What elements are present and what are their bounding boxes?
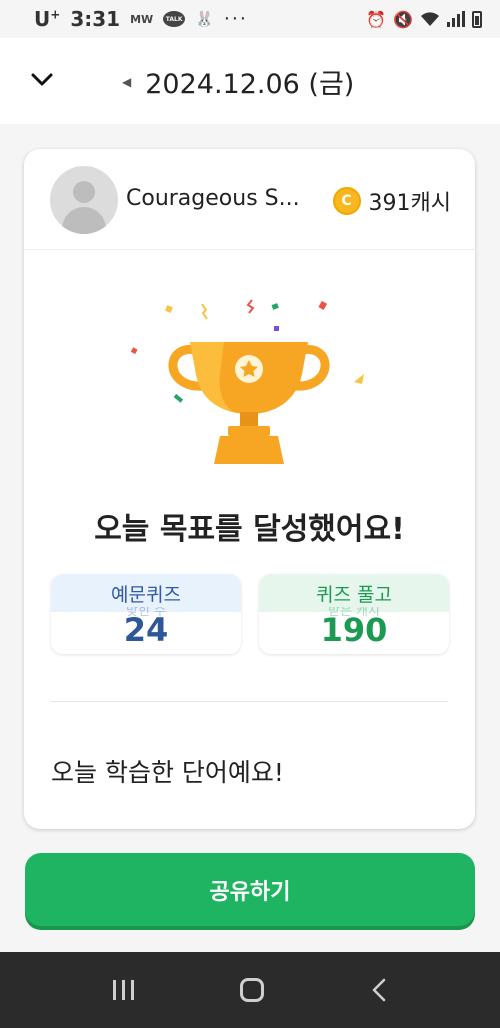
alarm-icon: ⏰: [366, 9, 387, 29]
signal-icon: [447, 11, 465, 27]
trophy-icon: [130, 299, 364, 464]
date-selector[interactable]: ◀ 2024.12.06 (금): [122, 62, 354, 101]
stat-sentence-quiz: 예문퀴즈 맞힌 수 24: [51, 574, 241, 654]
system-nav-bar: [0, 952, 500, 1028]
talk-icon: TALK: [163, 11, 186, 27]
home-icon[interactable]: [240, 978, 265, 1002]
back-icon[interactable]: [371, 978, 387, 1002]
battery-icon: [472, 10, 482, 28]
stat-label-area: 퀴즈 풀고 받은 캐시: [259, 574, 449, 617]
cash-display: C 391캐시: [332, 185, 451, 217]
coin-icon: C: [332, 187, 361, 215]
mute-icon: 🔇: [393, 9, 413, 29]
stat-label: 예문퀴즈: [111, 584, 181, 606]
stat-value: 190: [259, 612, 449, 654]
result-card: Courageous S... C 391캐시 오늘 목표를 달성했어요! 예문…: [24, 149, 475, 829]
recent-apps-icon[interactable]: [113, 980, 135, 1000]
share-button[interactable]: 공유하기: [25, 853, 475, 926]
more-dots-icon: ···: [223, 8, 248, 30]
header: ◀ 2024.12.06 (금): [0, 38, 500, 124]
stat-label-area: 예문퀴즈 맞힌 수: [51, 574, 241, 617]
wifi-icon: [421, 12, 439, 26]
status-bar: U+ 3:31 MW TALK 🐰 ··· ⏰ 🔇: [0, 0, 500, 38]
stat-sublabel: 맞힌 수: [125, 607, 166, 617]
username: Courageous S...: [126, 186, 300, 211]
chevron-down-icon[interactable]: [30, 68, 54, 92]
cash-amount: 391캐시: [368, 191, 451, 216]
status-time: 3:31: [70, 7, 121, 31]
goal-achieved-title: 오늘 목표를 달성했어요!: [94, 512, 405, 547]
carrier-label: U+: [34, 7, 61, 31]
mw-icon: MW: [130, 12, 154, 26]
rabbit-icon: 🐰: [195, 10, 214, 28]
divider: [51, 701, 448, 702]
stat-label: 퀴즈 풀고: [316, 584, 392, 606]
learned-words-title: 오늘 학습한 단어예요!: [51, 758, 284, 787]
stat-quiz-cash: 퀴즈 풀고 받은 캐시 190: [259, 574, 449, 654]
profile-row: Courageous S... C 391캐시: [24, 149, 475, 250]
prev-date-arrow-icon[interactable]: ◀: [122, 75, 131, 89]
date-label: 2024.12.06 (금): [145, 69, 355, 100]
avatar: [50, 166, 118, 234]
status-right: ⏰ 🔇: [366, 10, 482, 29]
status-left: U+ 3:31 MW TALK 🐰 ···: [34, 7, 248, 31]
stat-sublabel: 받은 캐시: [328, 607, 380, 617]
stat-value: 24: [51, 612, 241, 654]
